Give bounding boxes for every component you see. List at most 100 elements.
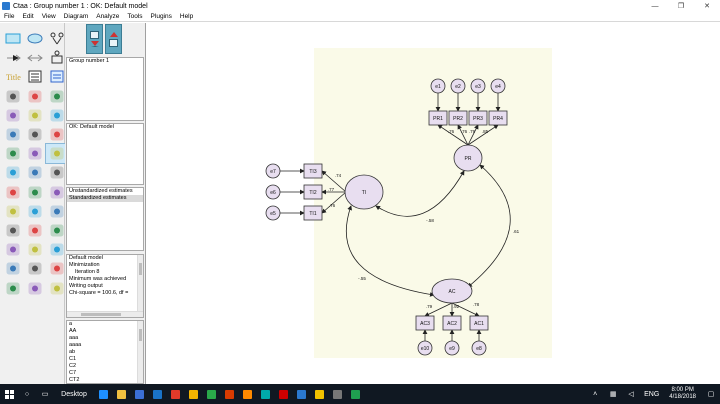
standardized-estimates-item[interactable]: Standardized estimates — [67, 195, 143, 202]
app-icon — [134, 389, 144, 399]
menu-file[interactable]: File — [0, 13, 18, 20]
zoom-in-tool-button[interactable] — [24, 221, 46, 240]
variable-item[interactable]: aaa — [67, 335, 143, 342]
menu-analyze[interactable]: Analyze — [92, 13, 123, 20]
move-tool-button[interactable] — [24, 106, 46, 125]
menu-diagram[interactable]: Diagram — [60, 13, 93, 20]
error-label-e7: e7 — [270, 169, 276, 175]
zoom-area-tool-button[interactable] — [2, 221, 24, 240]
taskbar-app-button[interactable] — [202, 384, 220, 404]
zoom-page-icon — [6, 243, 20, 256]
variable-item[interactable]: C2 — [67, 363, 143, 370]
degrees-freedom-tool-button[interactable] — [2, 259, 24, 278]
copy-clipboard-tool-button[interactable] — [2, 183, 24, 202]
variable-item[interactable]: ab — [67, 349, 143, 356]
taskbar-app-button[interactable] — [148, 384, 166, 404]
estimates-panel: Unstandardized estimates Standardized es… — [66, 187, 144, 251]
taskbar-app-button[interactable] — [310, 384, 328, 404]
menu-help[interactable]: Help — [176, 13, 197, 20]
taskbar-app-button[interactable] — [166, 384, 184, 404]
taskbar-app-button[interactable] — [112, 384, 130, 404]
menu-view[interactable]: View — [38, 13, 60, 20]
select-one-tool-button[interactable] — [2, 87, 24, 106]
variable-item[interactable]: a — [67, 321, 143, 328]
double-arrow-tool-button[interactable] — [24, 48, 46, 67]
view-output-path-diagram-button[interactable] — [105, 24, 122, 54]
variable-item[interactable]: AA — [67, 328, 143, 335]
language-indicator[interactable]: ENG — [640, 384, 663, 404]
view-input-path-diagram-button[interactable] — [86, 24, 103, 54]
select-all-tool-button[interactable] — [24, 87, 46, 106]
zoom-page-tool-button[interactable] — [2, 240, 24, 259]
taskbar-app-button[interactable] — [256, 384, 274, 404]
notifications-icon[interactable]: ▢ — [702, 384, 720, 404]
error-label-e10: e10 — [421, 346, 430, 352]
observed-label-ti3: TI3 — [309, 169, 316, 175]
desktop-toolbar[interactable]: Desktop — [54, 384, 94, 404]
correlation-estimate-pr-ac: .61 — [513, 229, 520, 234]
latent-label-ti: TI — [362, 190, 366, 196]
taskbar-app-button[interactable] — [184, 384, 202, 404]
duplicate-tool-button[interactable] — [2, 106, 24, 125]
scroll-tool-button[interactable] — [24, 144, 46, 163]
variable-item[interactable]: CT2 — [67, 377, 143, 383]
taskbar-app-button[interactable] — [220, 384, 238, 404]
maximize-button[interactable]: ❐ — [668, 0, 694, 12]
select-one-icon — [6, 90, 20, 103]
title-tool-button[interactable]: Title — [2, 67, 24, 86]
data-files-tool-button[interactable] — [2, 163, 24, 182]
draw-unobserved-tool-button[interactable] — [24, 29, 46, 48]
draw-observed-tool-button[interactable] — [2, 29, 24, 48]
volume-icon[interactable]: ◁ — [622, 384, 640, 404]
reflect-icon — [50, 128, 64, 141]
view-text-tool-button[interactable] — [24, 183, 46, 202]
app-icon — [314, 389, 324, 399]
taskbar-app-button[interactable] — [238, 384, 256, 404]
analysis-properties-tool-button[interactable] — [24, 163, 46, 182]
unstandardized-estimates-item[interactable]: Unstandardized estimates — [67, 188, 143, 195]
fit-page-tool-button[interactable] — [24, 240, 46, 259]
minimize-button[interactable]: — — [642, 0, 668, 12]
search-button[interactable]: ○ — [18, 384, 36, 404]
redo-tool-button[interactable] — [24, 278, 46, 297]
taskbar-app-button[interactable] — [328, 384, 346, 404]
change-shape-tool-button[interactable] — [2, 125, 24, 144]
app-icon — [278, 389, 288, 399]
taskbar-app-button[interactable] — [274, 384, 292, 404]
drawing-area[interactable]: PR TI AC PR1 PR2 PR3 PR4 TI3 TI2 TI1 AC3 AC2 AC1 e1 e2… — [146, 23, 720, 384]
model-item[interactable]: OK: Default model — [67, 124, 143, 131]
list-variables-model-tool-button[interactable] — [24, 67, 46, 86]
start-button[interactable] — [0, 384, 18, 404]
variables-vertical-scrollbar[interactable] — [137, 321, 143, 383]
network-icon[interactable]: ▦ — [604, 384, 622, 404]
menu-edit[interactable]: Edit — [18, 13, 37, 20]
double-arrow-icon — [27, 54, 43, 62]
log-horizontal-scrollbar[interactable] — [67, 311, 143, 317]
zoom-in-icon — [28, 224, 42, 237]
log-vertical-scrollbar[interactable] — [137, 255, 143, 317]
clock[interactable]: 8:00 PM 4/18/2018 — [663, 387, 702, 401]
menu-tools[interactable]: Tools — [123, 13, 146, 20]
latent-label-ac: AC — [449, 289, 456, 295]
taskbar-app-button[interactable] — [94, 384, 112, 404]
object-properties-tool-button[interactable] — [2, 202, 24, 221]
taskbar-app-button[interactable] — [130, 384, 148, 404]
close-button[interactable]: ✕ — [694, 0, 720, 12]
multiple-group-tool-button[interactable] — [24, 259, 46, 278]
task-view-button[interactable]: ▭ — [36, 384, 54, 404]
variable-item[interactable]: C1 — [67, 356, 143, 363]
group-item[interactable]: Group number 1 — [67, 58, 143, 65]
show-hidden-icons-icon[interactable]: ˄ — [586, 384, 604, 404]
undo-tool-button[interactable] — [2, 278, 24, 297]
drag-properties-tool-button[interactable] — [24, 202, 46, 221]
menu-plugins[interactable]: Plugins — [147, 13, 176, 20]
move-parameter-tool-button[interactable] — [2, 144, 24, 163]
app-icon — [152, 389, 162, 399]
variable-item[interactable]: aaaa — [67, 342, 143, 349]
taskbar-app-button[interactable] — [346, 384, 364, 404]
app-icon — [296, 389, 306, 399]
rotate-tool-button[interactable] — [24, 125, 46, 144]
single-arrow-tool-button[interactable] — [2, 48, 24, 67]
taskbar-app-button[interactable] — [292, 384, 310, 404]
variable-item[interactable]: C7 — [67, 370, 143, 377]
